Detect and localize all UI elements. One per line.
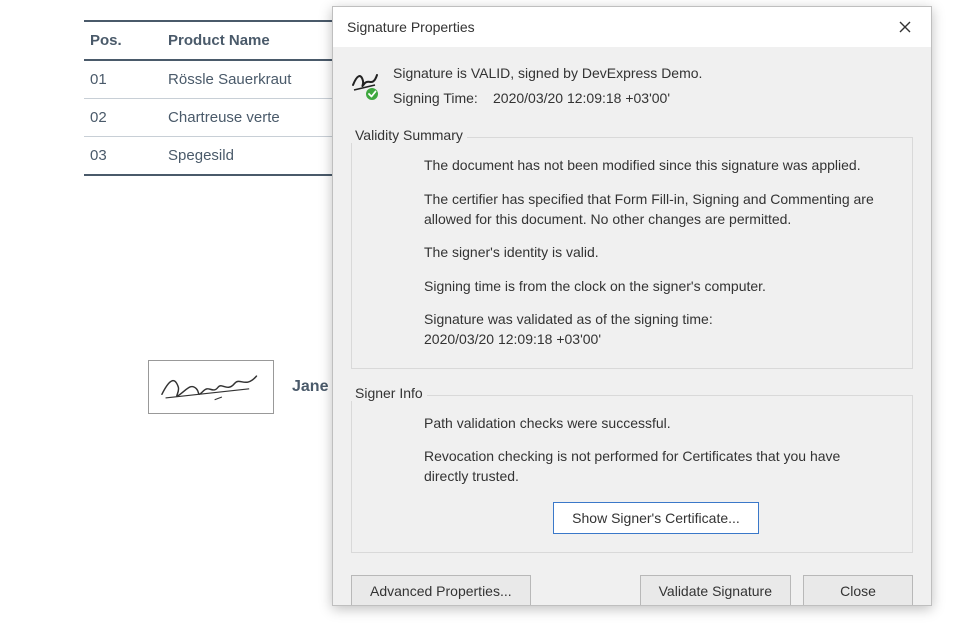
validate-signature-button[interactable]: Validate Signature: [640, 575, 791, 605]
advanced-properties-button[interactable]: Advanced Properties...: [351, 575, 531, 605]
validity-summary-group: Validity Summary The document has not be…: [351, 125, 913, 368]
signature-header-text: Signature is VALID, signed by DevExpress…: [393, 61, 913, 111]
close-button[interactable]: Close: [803, 575, 913, 605]
signer-info-group: Signer Info Path validation checks were …: [351, 383, 913, 554]
dialog-footer: Advanced Properties... Validate Signatur…: [351, 575, 913, 605]
validity-item: The certifier has specified that Form Fi…: [424, 190, 888, 229]
validity-summary-title: Validity Summary: [351, 127, 467, 143]
signature-name-label: Jane: [292, 378, 328, 396]
show-signers-certificate-button[interactable]: Show Signer's Certificate...: [553, 502, 759, 534]
signing-time-row: Signing Time: 2020/03/20 12:09:18 +03'00…: [393, 86, 913, 111]
signing-time-label: Signing Time:: [393, 86, 485, 111]
col-pos: Pos.: [84, 21, 162, 60]
dialog-title-text: Signature Properties: [347, 19, 475, 35]
signature-properties-dialog: Signature Properties Signature is VALID,…: [332, 6, 932, 606]
signature-header: Signature is VALID, signed by DevExpress…: [351, 61, 913, 111]
validity-item: The signer's identity is valid.: [424, 243, 888, 263]
signature-status-line: Signature is VALID, signed by DevExpress…: [393, 61, 913, 86]
signature-area: Jane: [148, 360, 328, 414]
validity-item: Signature was validated as of the signin…: [424, 310, 888, 349]
signature-image[interactable]: [148, 360, 274, 414]
handwritten-signature-icon: [156, 367, 266, 407]
close-icon[interactable]: [889, 15, 921, 39]
validity-item: The document has not been modified since…: [424, 156, 888, 176]
signature-valid-icon: [351, 67, 379, 101]
dialog-titlebar: Signature Properties: [333, 7, 931, 47]
dialog-body: Signature is VALID, signed by DevExpress…: [333, 47, 931, 605]
signer-info-item: Revocation checking is not performed for…: [424, 447, 888, 486]
validity-item: Signing time is from the clock on the si…: [424, 277, 888, 297]
signer-info-title: Signer Info: [351, 385, 427, 401]
signing-time-value: 2020/03/20 12:09:18 +03'00': [493, 86, 670, 111]
signer-info-item: Path validation checks were successful.: [424, 414, 888, 434]
